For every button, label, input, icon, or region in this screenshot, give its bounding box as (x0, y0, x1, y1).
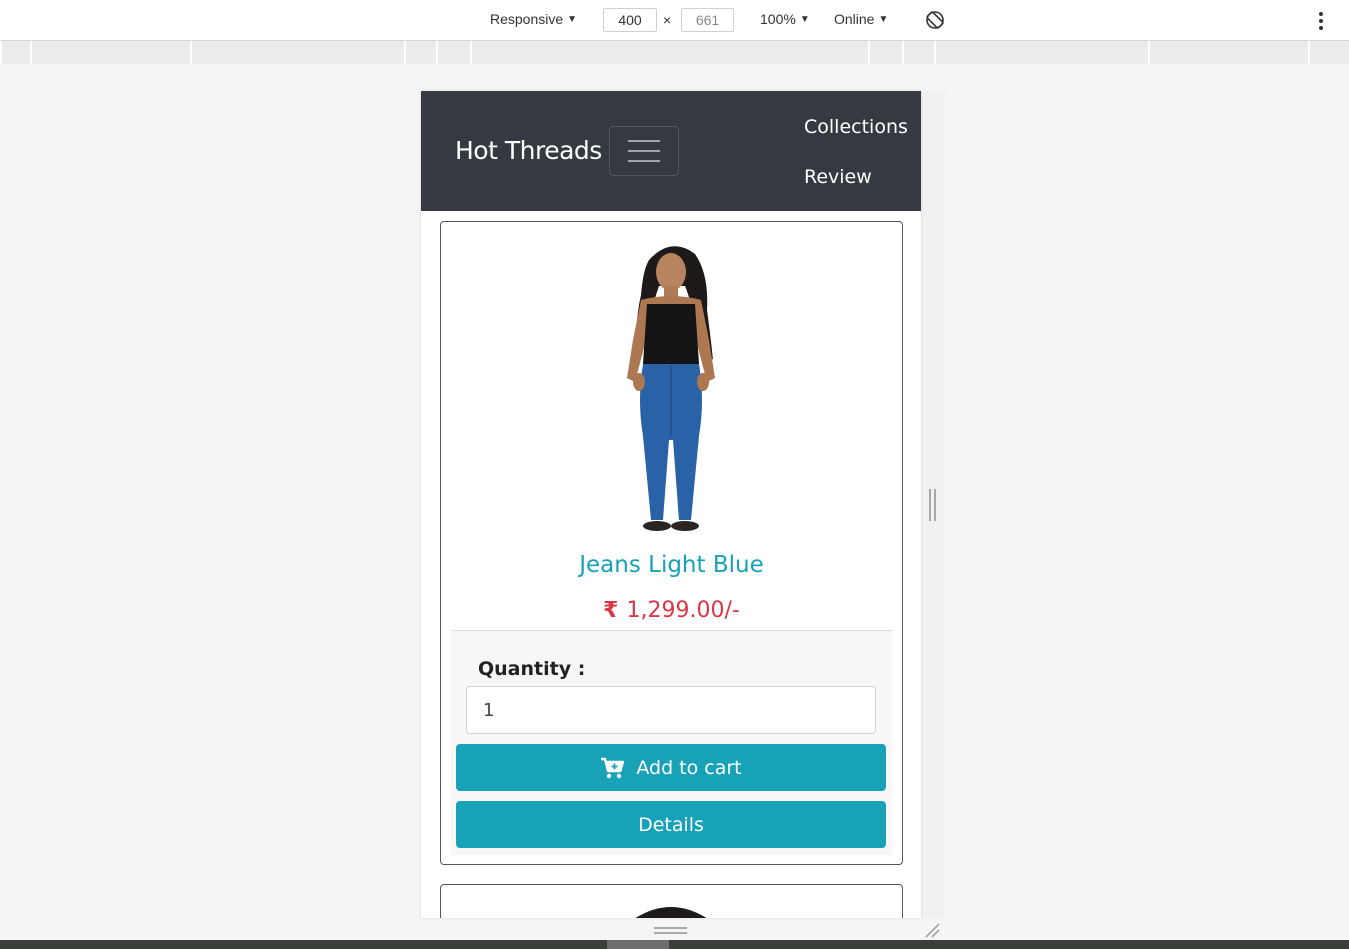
resize-height-handle[interactable] (654, 927, 687, 934)
quantity-input[interactable] (466, 686, 876, 734)
add-to-cart-button[interactable]: Add to cart (456, 744, 886, 791)
rupee-icon: ₹ (603, 598, 619, 623)
hamburger-icon (628, 140, 660, 142)
product-price: ₹1,299.00/- (441, 598, 902, 623)
price-value: 1,299.00/- (626, 598, 740, 623)
details-label: Details (638, 813, 704, 836)
quantity-label: Quantity : (478, 658, 586, 680)
nav-link-collections[interactable]: Collections (804, 116, 908, 138)
caret-down-icon: ▼ (567, 13, 578, 25)
dimension-separator: × (663, 12, 672, 28)
media-query-ruler (0, 41, 1349, 64)
emulated-viewport: Hot Threads Collections Review Jeans Lig… (421, 91, 921, 918)
resize-corner-icon[interactable] (924, 922, 940, 938)
product-title[interactable]: Jeans Light Blue (441, 552, 902, 578)
product-image (627, 246, 715, 531)
rotate-icon[interactable] (924, 9, 946, 31)
add-to-cart-label: Add to cart (636, 756, 742, 779)
caret-down-icon: ▼ (878, 13, 889, 25)
devtools-device-toolbar: Responsive ▼ 400 × 661 100% ▼ Online ▼ (0, 0, 1349, 41)
navbar-toggle-button[interactable] (609, 126, 679, 176)
card-footer: Quantity : Add to cart Details (451, 630, 892, 855)
zoom-label: 100% (760, 11, 796, 27)
zoom-dropdown[interactable]: 100% ▼ (760, 11, 810, 27)
viewport-width-input[interactable]: 400 (603, 8, 657, 32)
caret-down-icon: ▼ (799, 13, 810, 25)
product-card: Jeans Light Blue ₹1,299.00/- Quantity : … (440, 221, 903, 865)
product-card (440, 884, 903, 918)
network-throttle-dropdown[interactable]: Online ▼ (834, 11, 888, 27)
bottom-strip (0, 940, 1349, 949)
nav-link-review[interactable]: Review (804, 166, 872, 188)
device-mode-dropdown[interactable]: Responsive ▼ (490, 11, 577, 27)
site-navbar: Hot Threads Collections Review (421, 91, 921, 211)
device-mode-label: Responsive (490, 11, 564, 27)
brand-logo[interactable]: Hot Threads (455, 136, 602, 165)
details-button[interactable]: Details (456, 801, 886, 848)
product-image (635, 907, 707, 918)
more-options-icon[interactable] (1315, 10, 1327, 32)
network-label: Online (834, 11, 875, 27)
viewport-height-input[interactable]: 661 (681, 8, 734, 32)
resize-width-handle[interactable] (929, 489, 936, 521)
cart-plus-icon (601, 757, 625, 778)
